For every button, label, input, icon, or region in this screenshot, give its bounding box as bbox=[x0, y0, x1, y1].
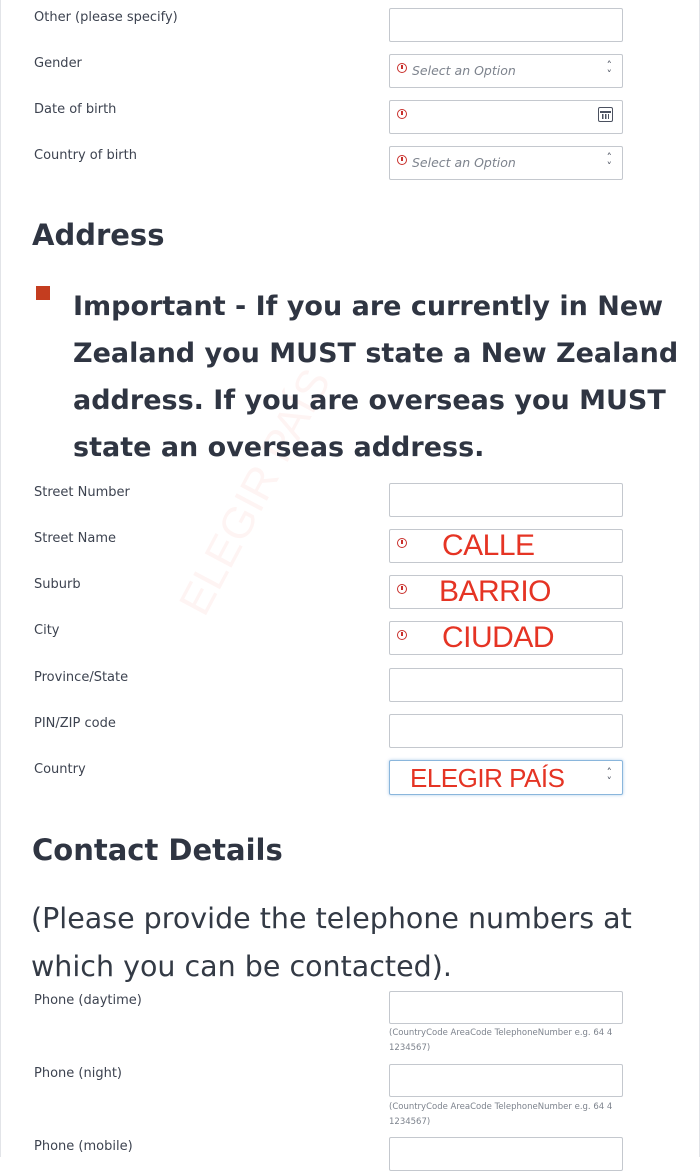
phone-night-label: Phone (night) bbox=[34, 1066, 122, 1081]
chevron-updown-icon: ˄ ˅ bbox=[606, 766, 613, 788]
error-icon bbox=[397, 538, 407, 548]
calendar-icon[interactable] bbox=[598, 107, 613, 122]
address-heading: Address bbox=[32, 218, 165, 252]
suburb-overlay: BARRIO bbox=[439, 575, 552, 608]
phone-mobile-label: Phone (mobile) bbox=[34, 1139, 133, 1154]
street-number-label: Street Number bbox=[34, 485, 130, 500]
important-note: Important - If you are currently in New … bbox=[73, 291, 679, 463]
street-number-row: Street Number bbox=[0, 483, 700, 518]
street-name-label: Street Name bbox=[34, 531, 116, 546]
city-label: City bbox=[34, 623, 60, 638]
country-of-birth-placeholder: Select an Option bbox=[412, 155, 516, 170]
gender-label: Gender bbox=[34, 56, 82, 71]
province-row: Province/State bbox=[0, 668, 700, 703]
city-input[interactable]: CIUDAD bbox=[389, 621, 623, 655]
zip-row: PIN/ZIP code bbox=[0, 714, 700, 749]
country-overlay: ELEGIR PAÍS bbox=[410, 763, 565, 793]
chevron-updown-icon: ˄ ˅ bbox=[606, 151, 613, 173]
gender-placeholder: Select an Option bbox=[412, 63, 516, 78]
street-name-overlay: CALLE bbox=[442, 529, 535, 562]
zip-label: PIN/ZIP code bbox=[34, 716, 116, 731]
phone-day-row: Phone (daytime) bbox=[0, 991, 700, 1026]
phone-night-row: Phone (night) bbox=[0, 1064, 700, 1099]
contact-heading: Contact Details bbox=[32, 833, 283, 867]
country-select[interactable]: ELEGIR PAÍS ˄ ˅ bbox=[389, 760, 623, 795]
street-name-input[interactable]: CALLE bbox=[389, 529, 623, 563]
country-label: Country bbox=[34, 762, 86, 777]
street-name-row: Street Name CALLE bbox=[0, 529, 700, 564]
phone-night-input[interactable] bbox=[389, 1064, 623, 1097]
suburb-row: Suburb BARRIO bbox=[0, 575, 700, 610]
contact-intro: (Please provide the telephone numbers at… bbox=[31, 902, 632, 983]
phone-day-label: Phone (daytime) bbox=[34, 993, 142, 1008]
country-of-birth-row: Country of birth Select an Option ˄ ˅ bbox=[0, 146, 700, 181]
street-number-input[interactable] bbox=[389, 483, 623, 517]
country-of-birth-label: Country of birth bbox=[34, 148, 137, 163]
other-label: Other (please specify) bbox=[34, 10, 178, 25]
dob-input[interactable] bbox=[389, 100, 623, 134]
other-input[interactable] bbox=[389, 8, 623, 42]
error-icon bbox=[397, 63, 407, 73]
dob-label: Date of birth bbox=[34, 102, 117, 117]
flag-icon bbox=[36, 286, 50, 300]
country-of-birth-select[interactable]: Select an Option ˄ ˅ bbox=[389, 146, 623, 180]
error-icon bbox=[397, 155, 407, 165]
other-row: Other (please specify) bbox=[0, 8, 700, 43]
gender-row: Gender Select an Option ˄ ˅ bbox=[0, 54, 700, 89]
phone-mobile-input[interactable] bbox=[389, 1137, 623, 1171]
city-overlay: CIUDAD bbox=[442, 621, 555, 654]
error-icon bbox=[397, 630, 407, 640]
province-input[interactable] bbox=[389, 668, 623, 702]
phone-night-hint: (CountryCode AreaCode TelephoneNumber e.… bbox=[389, 1102, 613, 1127]
phone-day-input[interactable] bbox=[389, 991, 623, 1024]
phone-mobile-row: Phone (mobile) bbox=[0, 1137, 700, 1172]
error-icon bbox=[397, 584, 407, 594]
suburb-input[interactable]: BARRIO bbox=[389, 575, 623, 609]
zip-input[interactable] bbox=[389, 714, 623, 748]
country-row: Country ELEGIR PAÍS ˄ ˅ bbox=[0, 760, 700, 795]
phone-day-hint: (CountryCode AreaCode TelephoneNumber e.… bbox=[389, 1028, 613, 1053]
error-icon bbox=[397, 109, 407, 119]
province-label: Province/State bbox=[34, 670, 129, 685]
dob-row: Date of birth bbox=[0, 100, 700, 135]
city-row: City CIUDAD bbox=[0, 621, 700, 656]
suburb-label: Suburb bbox=[34, 577, 81, 592]
gender-select[interactable]: Select an Option ˄ ˅ bbox=[389, 54, 623, 88]
chevron-updown-icon: ˄ ˅ bbox=[606, 59, 613, 81]
